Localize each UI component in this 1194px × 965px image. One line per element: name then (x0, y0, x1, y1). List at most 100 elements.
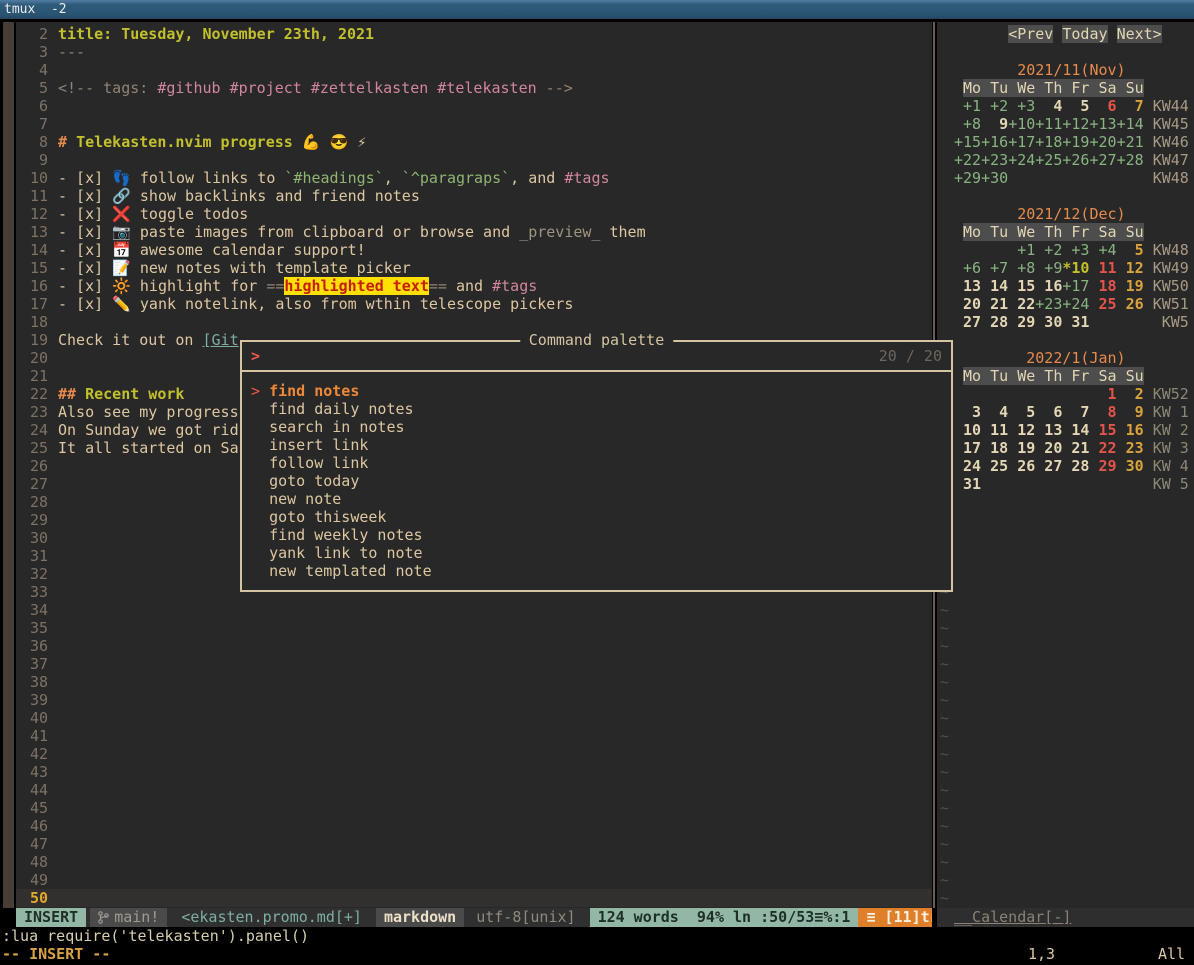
palette-item[interactable]: goto today (242, 472, 951, 490)
calendar-day[interactable]: +11 (1035, 115, 1062, 133)
calendar-day[interactable]: +22 (954, 151, 981, 169)
calendar-day[interactable]: +1 (1008, 241, 1035, 259)
calendar-day[interactable]: 16 (1117, 421, 1144, 439)
calendar-day[interactable]: +24 (1008, 151, 1035, 169)
calendar-day[interactable]: +8 (1008, 259, 1035, 277)
calendar-day[interactable]: +14 (1117, 115, 1144, 133)
calendar-day[interactable]: 4 (1035, 97, 1062, 115)
calendar-day[interactable]: 18 (981, 439, 1008, 457)
palette-item[interactable]: goto thisweek (242, 508, 951, 526)
calendar-day[interactable]: +25 (1035, 151, 1062, 169)
calendar-day[interactable]: 14 (981, 277, 1008, 295)
calendar-day[interactable]: +28 (1117, 151, 1144, 169)
calendar-day[interactable]: 18 (1089, 277, 1116, 295)
calendar-day[interactable]: +27 (1089, 151, 1116, 169)
calendar-day[interactable]: 16 (1035, 277, 1062, 295)
calendar-day[interactable]: +9 (1035, 259, 1062, 277)
calendar-day[interactable]: +10 (1008, 115, 1035, 133)
command-line[interactable]: :lua require('telekasten').panel() (2, 927, 309, 945)
calendar-day[interactable]: 27 (954, 313, 981, 331)
calendar-day[interactable]: 26 (1008, 457, 1035, 475)
calendar-day[interactable]: 6 (1089, 97, 1116, 115)
calendar-day[interactable]: +26 (1062, 151, 1089, 169)
calendar-day[interactable]: 24 (954, 457, 981, 475)
calendar-day[interactable]: +2 (1035, 241, 1062, 259)
calendar-day[interactable]: 7 (1062, 403, 1089, 421)
calendar-day[interactable]: 11 (981, 421, 1008, 439)
calendar-day[interactable]: 15 (1089, 421, 1116, 439)
calendar-day[interactable]: 27 (1035, 457, 1062, 475)
calendar-day[interactable]: +23 (1035, 295, 1062, 313)
calendar-day[interactable]: +4 (1089, 241, 1116, 259)
calendar-day[interactable]: 25 (1089, 295, 1116, 313)
calendar-day[interactable]: 14 (1062, 421, 1089, 439)
calendar-day[interactable]: 5 (1008, 403, 1035, 421)
calendar-today-button[interactable]: Today (1062, 25, 1107, 43)
calendar-day[interactable]: 9 (981, 115, 1008, 133)
calendar-day[interactable]: +12 (1062, 115, 1089, 133)
calendar-prev-button[interactable]: <Prev (1008, 25, 1053, 43)
calendar-day[interactable]: 31 (954, 475, 981, 493)
calendar-day[interactable]: +17 (1008, 133, 1035, 151)
palette-item[interactable]: search in notes (242, 418, 951, 436)
calendar-day[interactable]: 29 (1089, 457, 1116, 475)
calendar-day[interactable]: +13 (1089, 115, 1116, 133)
calendar-day[interactable]: 9 (1117, 403, 1144, 421)
calendar-next-button[interactable]: Next> (1117, 25, 1162, 43)
calendar-day[interactable]: 3 (954, 403, 981, 421)
calendar-day[interactable]: 13 (954, 277, 981, 295)
calendar-day[interactable]: +7 (981, 259, 1008, 277)
calendar-window[interactable]: <Prev Today Next> 2021/11(Nov) Mo Tu We … (937, 22, 1194, 908)
palette-item[interactable]: insert link (242, 436, 951, 454)
palette-item[interactable]: new templated note (242, 562, 951, 580)
calendar-day[interactable]: 28 (1062, 457, 1089, 475)
calendar-day[interactable]: +17 (1062, 277, 1089, 295)
calendar-day[interactable]: 29 (1008, 313, 1035, 331)
calendar-day[interactable]: +19 (1062, 133, 1089, 151)
calendar-day[interactable]: 12 (1008, 421, 1035, 439)
calendar-day[interactable]: +2 (981, 97, 1008, 115)
calendar-day[interactable]: 26 (1117, 295, 1144, 313)
calendar-day[interactable]: 5 (1117, 241, 1144, 259)
calendar-day[interactable]: 11 (1089, 259, 1116, 277)
palette-item[interactable]: find weekly notes (242, 526, 951, 544)
calendar-day[interactable]: 21 (981, 295, 1008, 313)
calendar-day[interactable]: 5 (1062, 97, 1089, 115)
calendar-day[interactable]: 10 (954, 421, 981, 439)
calendar-day[interactable]: 7 (1117, 97, 1144, 115)
calendar-day[interactable]: +3 (1062, 241, 1089, 259)
calendar-day[interactable]: 31 (1062, 313, 1089, 331)
calendar-day[interactable]: +30 (981, 169, 1008, 187)
calendar-day[interactable]: 12 (1117, 259, 1144, 277)
palette-item[interactable]: > find notes (242, 382, 951, 400)
calendar-day[interactable]: 20 (1035, 439, 1062, 457)
calendar-day[interactable]: +29 (954, 169, 981, 187)
calendar-day[interactable]: 21 (1062, 439, 1089, 457)
calendar-day[interactable]: 1 (1089, 385, 1116, 403)
calendar-day[interactable]: 19 (1117, 277, 1144, 295)
calendar-day[interactable]: 8 (1089, 403, 1116, 421)
calendar-day[interactable]: 30 (1035, 313, 1062, 331)
calendar-day[interactable]: 23 (1117, 439, 1144, 457)
calendar-day[interactable]: 13 (1035, 421, 1062, 439)
calendar-day[interactable]: 6 (1035, 403, 1062, 421)
calendar-day[interactable]: 22 (1089, 439, 1116, 457)
calendar-day[interactable]: 25 (981, 457, 1008, 475)
calendar-day[interactable]: +3 (1008, 97, 1035, 115)
calendar-day[interactable]: 15 (1008, 277, 1035, 295)
calendar-day[interactable]: 22 (1008, 295, 1035, 313)
palette-item[interactable]: yank link to note (242, 544, 951, 562)
calendar-day[interactable]: +20 (1089, 133, 1116, 151)
calendar-day[interactable]: +1 (954, 97, 981, 115)
calendar-day[interactable]: *10 (1062, 259, 1089, 277)
calendar-day[interactable]: +16 (981, 133, 1008, 151)
calendar-day[interactable]: +15 (954, 133, 981, 151)
calendar-day[interactable]: +18 (1035, 133, 1062, 151)
calendar-day[interactable]: +23 (981, 151, 1008, 169)
calendar-day[interactable]: +6 (954, 259, 981, 277)
calendar-day[interactable]: 19 (1008, 439, 1035, 457)
palette-item[interactable]: find daily notes (242, 400, 951, 418)
calendar-day[interactable]: +24 (1062, 295, 1089, 313)
calendar-day[interactable]: 20 (954, 295, 981, 313)
calendar-day[interactable]: 4 (981, 403, 1008, 421)
